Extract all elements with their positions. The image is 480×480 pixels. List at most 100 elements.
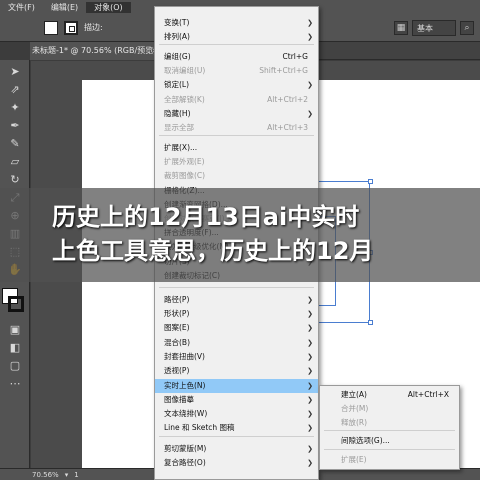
submenu-item-shortcut: Alt+Ctrl+X <box>407 390 449 399</box>
chevron-right-icon: ❯ <box>307 81 313 89</box>
zoom-dropdown-icon[interactable]: ▾ <box>65 471 69 479</box>
menu-item[interactable]: 复合路径(O) ❯ <box>155 456 318 470</box>
chevron-right-icon: ❯ <box>307 353 313 361</box>
right-controls: ▦ 基本 ⌕ <box>394 20 474 36</box>
eraser-tool-icon[interactable]: ▱ <box>5 154 25 170</box>
menu-item-label: 形状(P) <box>164 309 190 318</box>
more-tools-icon[interactable]: ⋯ <box>5 376 25 392</box>
menu-item[interactable]: 图像描摹 ❯ <box>155 393 318 407</box>
menu-item[interactable]: 编组(G) Ctrl+G <box>155 50 318 64</box>
menu-item-label: 编组(G) <box>164 52 191 61</box>
menu-file[interactable]: 文件(F) <box>0 2 43 13</box>
menu-item[interactable]: 扩展(X)... <box>155 141 318 155</box>
pencil-tool-icon[interactable]: ✎ <box>5 136 25 152</box>
banner-line-1: 历史上的12月13日ai中实时 <box>52 203 360 231</box>
menu-item-label: 排列(A) <box>164 32 190 41</box>
magic-wand-icon[interactable]: ✦ <box>5 100 25 116</box>
chevron-right-icon: ❯ <box>307 33 313 41</box>
screen-mode-icon[interactable]: ▢ <box>5 358 25 374</box>
document-tab[interactable]: 未标题-1* @ 70.56% (RGB/预览) × <box>30 42 162 60</box>
chevron-right-icon: ❯ <box>307 339 313 347</box>
menu-item-label: 变换(T) <box>164 18 190 27</box>
search-icon[interactable]: ⌕ <box>460 21 474 35</box>
menu-item-shortcut: Shift+Ctrl+G <box>259 66 308 75</box>
live-paint-submenu: 建立(A) Alt+Ctrl+X 合并(M) 释放(R) 间隙选项(G)... 扩展(E) <box>319 385 460 470</box>
selection-tool-icon[interactable]: ➤ <box>5 64 25 80</box>
menu-object[interactable]: 对象(O) <box>86 1 131 13</box>
menu-item[interactable]: 扩展外观(E) <box>155 155 318 169</box>
submenu-item[interactable]: 建立(A) Alt+Ctrl+X <box>320 388 459 402</box>
chevron-right-icon: ❯ <box>307 410 313 418</box>
menu-item[interactable]: 取消编组(U) Shift+Ctrl+G <box>155 64 318 78</box>
menu-item[interactable]: 变换(T) ❯ <box>155 16 318 30</box>
menu-item[interactable]: 形状(P) ❯ <box>155 307 318 321</box>
menu-separator <box>159 287 314 288</box>
menu-separator <box>324 449 455 450</box>
pen-tool-icon[interactable]: ✒ <box>5 118 25 134</box>
resize-handle-top-right[interactable] <box>368 179 373 184</box>
menu-item[interactable]: 锁定(L) ❯ <box>155 78 318 92</box>
draw-mode-icon[interactable]: ◧ <box>5 340 25 356</box>
chevron-right-icon: ❯ <box>307 396 313 404</box>
menu-item[interactable]: 混合(B) ❯ <box>155 336 318 350</box>
menu-item[interactable]: 文本绕排(W) ❯ <box>155 407 318 421</box>
chevron-right-icon: ❯ <box>307 19 313 27</box>
banner-line-2: 上色工具意思，历史上的12月 <box>52 237 374 265</box>
color-mode-icon[interactable]: ▣ <box>5 322 25 338</box>
chevron-right-icon: ❯ <box>307 310 313 318</box>
submenu-item[interactable]: 间隙选项(G)... <box>320 434 459 448</box>
menu-item-label: 透视(P) <box>164 366 190 375</box>
menu-item[interactable]: 封套扭曲(V) ❯ <box>155 350 318 364</box>
workspace-select[interactable]: 基本 <box>412 20 456 36</box>
menu-item[interactable]: 裁剪图像(C) <box>155 169 318 183</box>
zoom-level[interactable]: 70.56% <box>32 471 59 479</box>
menu-item[interactable]: 路径(P) ❯ <box>155 293 318 307</box>
menu-item-label: 显示全部 <box>164 123 194 132</box>
chevron-right-icon: ❯ <box>307 424 313 432</box>
menu-item-label: 裁剪图像(C) <box>164 171 206 180</box>
submenu-item[interactable]: 释放(R) <box>320 416 459 430</box>
menu-item-label: 图像描摹 <box>164 395 194 404</box>
menu-item-shortcut: Ctrl+G <box>282 52 308 61</box>
menu-separator <box>159 135 314 136</box>
rotate-tool-icon[interactable]: ↻ <box>5 172 25 188</box>
menu-item[interactable]: 剪切蒙版(M) ❯ <box>155 442 318 456</box>
menu-item[interactable]: 显示全部 Alt+Ctrl+3 <box>155 121 318 135</box>
menu-item-label: 复合路径(O) <box>164 458 206 467</box>
menu-item[interactable]: 透视(P) ❯ <box>155 364 318 378</box>
stroke-label: 描边: <box>84 23 103 32</box>
menu-item-label: 图案(E) <box>164 323 190 332</box>
chevron-right-icon: ❯ <box>307 324 313 332</box>
menu-item-label: 锁定(L) <box>164 80 190 89</box>
chevron-right-icon: ❯ <box>307 110 313 118</box>
menu-item[interactable]: 全部解锁(K) Alt+Ctrl+2 <box>155 93 318 107</box>
submenu-item[interactable]: 扩展(E) <box>320 453 459 467</box>
menu-item[interactable]: 实时上色(N) ❯ <box>155 379 318 393</box>
menu-separator <box>159 436 314 437</box>
chevron-right-icon: ❯ <box>307 445 313 453</box>
submenu-item-label: 扩展(E) <box>341 455 367 464</box>
document-title: 未标题-1* @ 70.56% (RGB/预览) <box>32 46 157 55</box>
menu-item[interactable]: 排列(A) ❯ <box>155 30 318 44</box>
menu-item-label: 扩展(X)... <box>164 143 198 152</box>
submenu-item[interactable]: 合并(M) <box>320 402 459 416</box>
menu-item-label: 混合(B) <box>164 338 190 347</box>
menu-item[interactable]: 隐藏(H) ❯ <box>155 107 318 121</box>
menu-item[interactable]: Line 和 Sketch 图稿 ❯ <box>155 421 318 435</box>
stroke-swatch[interactable] <box>64 20 78 35</box>
menu-item[interactable]: 图案(E) ❯ <box>155 321 318 335</box>
submenu-item-label: 建立(A) <box>341 390 367 399</box>
menu-item-label: Line 和 Sketch 图稿 <box>164 423 235 432</box>
submenu-item-label: 间隙选项(G)... <box>341 436 390 445</box>
chevron-right-icon: ❯ <box>307 367 313 375</box>
resize-handle-bottom-right[interactable] <box>368 320 373 325</box>
menu-item-label: 隐藏(H) <box>164 109 191 118</box>
direct-selection-tool-icon[interactable]: ⇗ <box>5 82 25 98</box>
grid-icon[interactable]: ▦ <box>394 21 408 35</box>
menu-item-shortcut: Alt+Ctrl+2 <box>267 95 308 104</box>
menu-edit[interactable]: 编辑(E) <box>43 2 86 13</box>
artboard-number[interactable]: 1 <box>74 471 78 479</box>
chevron-right-icon: ❯ <box>307 296 313 304</box>
stroke-color-box[interactable] <box>8 296 24 312</box>
fill-swatch[interactable] <box>44 20 58 35</box>
